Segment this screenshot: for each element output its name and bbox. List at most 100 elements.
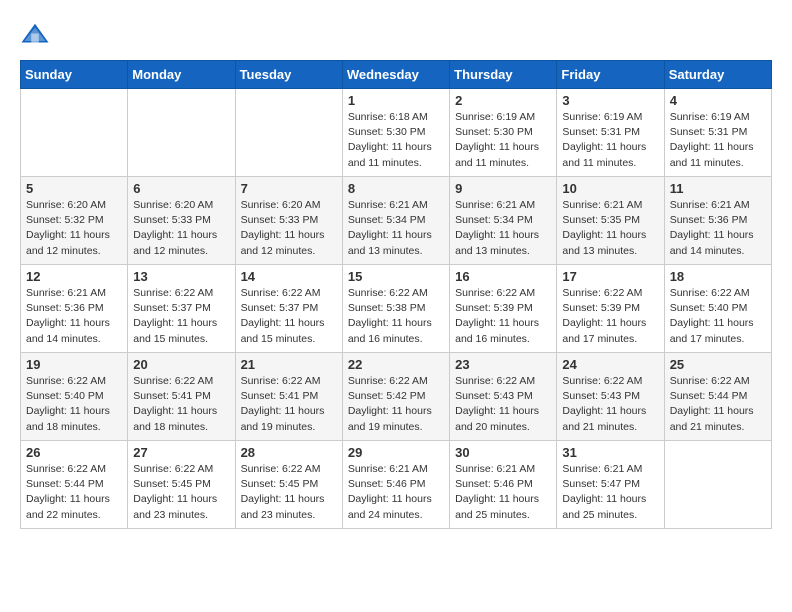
day-header-wednesday: Wednesday xyxy=(342,61,449,89)
day-number: 29 xyxy=(348,445,444,460)
day-info: Sunrise: 6:22 AM Sunset: 5:45 PM Dayligh… xyxy=(133,462,229,523)
day-info: Sunrise: 6:22 AM Sunset: 5:43 PM Dayligh… xyxy=(562,374,658,435)
week-row-0: 1Sunrise: 6:18 AM Sunset: 5:30 PM Daylig… xyxy=(21,89,772,177)
day-number: 31 xyxy=(562,445,658,460)
day-number: 2 xyxy=(455,93,551,108)
calendar-cell: 12Sunrise: 6:21 AM Sunset: 5:36 PM Dayli… xyxy=(21,265,128,353)
day-number: 23 xyxy=(455,357,551,372)
day-info: Sunrise: 6:22 AM Sunset: 5:40 PM Dayligh… xyxy=(26,374,122,435)
day-number: 26 xyxy=(26,445,122,460)
week-row-3: 19 Sunrise: 6:22 AM Sunset: 5:40 PM Dayli… xyxy=(21,353,772,441)
day-number: 24 xyxy=(562,357,658,372)
calendar-cell: 11 Sunrise: 6:21 AM Sunset: 5:36 PM Dayli… xyxy=(664,177,771,265)
day-info: Sunrise: 6:20 AM Sunset: 5:32 PM Dayligh… xyxy=(26,198,122,259)
day-info: Sunrise: 6:20 AM Sunset: 5:33 PM Dayligh… xyxy=(241,198,337,259)
day-number: 18 xyxy=(670,269,766,284)
day-header-sunday: Sunday xyxy=(21,61,128,89)
header xyxy=(20,20,772,50)
calendar-cell: 21Sunrise: 6:22 AM Sunset: 5:41 PM Dayli… xyxy=(235,353,342,441)
calendar-cell: 1Sunrise: 6:18 AM Sunset: 5:30 PM Daylig… xyxy=(342,89,449,177)
week-row-4: 26 Sunrise: 6:22 AM Sunset: 5:44 PM Dayli… xyxy=(21,441,772,529)
day-header-tuesday: Tuesday xyxy=(235,61,342,89)
calendar-cell: 28 Sunrise: 6:22 AM Sunset: 5:45 PM Dayli… xyxy=(235,441,342,529)
day-number: 6 xyxy=(133,181,229,196)
calendar-cell: 19 Sunrise: 6:22 AM Sunset: 5:40 PM Dayli… xyxy=(21,353,128,441)
day-number: 7 xyxy=(241,181,337,196)
calendar-cell xyxy=(128,89,235,177)
calendar-cell: 10 Sunrise: 6:21 AM Sunset: 5:35 PM Dayli… xyxy=(557,177,664,265)
calendar-cell: 22 Sunrise: 6:22 AM Sunset: 5:42 PM Dayli… xyxy=(342,353,449,441)
calendar-cell: 26 Sunrise: 6:22 AM Sunset: 5:44 PM Dayli… xyxy=(21,441,128,529)
day-info: Sunrise: 6:19 AM Sunset: 5:30 PM Dayligh… xyxy=(455,110,551,171)
day-info: Sunrise: 6:21 AM Sunset: 5:46 PM Dayligh… xyxy=(348,462,444,523)
day-number: 8 xyxy=(348,181,444,196)
day-info: Sunrise: 6:22 AM Sunset: 5:37 PM Dayligh… xyxy=(241,286,337,347)
calendar-cell: 2 Sunrise: 6:19 AM Sunset: 5:30 PM Daylig… xyxy=(450,89,557,177)
calendar-cell: 27 Sunrise: 6:22 AM Sunset: 5:45 PM Dayli… xyxy=(128,441,235,529)
page: SundayMondayTuesdayWednesdayThursdayFrid… xyxy=(0,0,792,544)
calendar-cell: 15Sunrise: 6:22 AM Sunset: 5:38 PM Dayli… xyxy=(342,265,449,353)
calendar-cell: 23 Sunrise: 6:22 AM Sunset: 5:43 PM Dayli… xyxy=(450,353,557,441)
logo xyxy=(20,20,54,50)
day-info: Sunrise: 6:21 AM Sunset: 5:46 PM Dayligh… xyxy=(455,462,551,523)
day-info: Sunrise: 6:22 AM Sunset: 5:43 PM Dayligh… xyxy=(455,374,551,435)
day-info: Sunrise: 6:21 AM Sunset: 5:47 PM Dayligh… xyxy=(562,462,658,523)
day-number: 3 xyxy=(562,93,658,108)
day-number: 10 xyxy=(562,181,658,196)
day-number: 14 xyxy=(241,269,337,284)
day-number: 15 xyxy=(348,269,444,284)
calendar-cell xyxy=(664,441,771,529)
calendar-cell: 5 Sunrise: 6:20 AM Sunset: 5:32 PM Daylig… xyxy=(21,177,128,265)
day-info: Sunrise: 6:22 AM Sunset: 5:40 PM Dayligh… xyxy=(670,286,766,347)
calendar-cell xyxy=(21,89,128,177)
day-info: Sunrise: 6:20 AM Sunset: 5:33 PM Dayligh… xyxy=(133,198,229,259)
calendar-cell: 17 Sunrise: 6:22 AM Sunset: 5:39 PM Dayli… xyxy=(557,265,664,353)
day-info: Sunrise: 6:19 AM Sunset: 5:31 PM Dayligh… xyxy=(670,110,766,171)
day-number: 1 xyxy=(348,93,444,108)
calendar-cell: 7 Sunrise: 6:20 AM Sunset: 5:33 PM Daylig… xyxy=(235,177,342,265)
day-info: Sunrise: 6:22 AM Sunset: 5:37 PM Dayligh… xyxy=(133,286,229,347)
calendar-cell: 9 Sunrise: 6:21 AM Sunset: 5:34 PM Daylig… xyxy=(450,177,557,265)
calendar-cell: 16 Sunrise: 6:22 AM Sunset: 5:39 PM Dayli… xyxy=(450,265,557,353)
day-number: 28 xyxy=(241,445,337,460)
calendar-cell xyxy=(235,89,342,177)
day-number: 13 xyxy=(133,269,229,284)
calendar-cell: 8Sunrise: 6:21 AM Sunset: 5:34 PM Daylig… xyxy=(342,177,449,265)
calendar-cell: 30Sunrise: 6:21 AM Sunset: 5:46 PM Dayli… xyxy=(450,441,557,529)
calendar-cell: 20Sunrise: 6:22 AM Sunset: 5:41 PM Dayli… xyxy=(128,353,235,441)
calendar-cell: 4 Sunrise: 6:19 AM Sunset: 5:31 PM Daylig… xyxy=(664,89,771,177)
day-number: 9 xyxy=(455,181,551,196)
day-info: Sunrise: 6:22 AM Sunset: 5:39 PM Dayligh… xyxy=(562,286,658,347)
calendar: SundayMondayTuesdayWednesdayThursdayFrid… xyxy=(20,60,772,529)
day-info: Sunrise: 6:21 AM Sunset: 5:36 PM Dayligh… xyxy=(670,198,766,259)
day-info: Sunrise: 6:19 AM Sunset: 5:31 PM Dayligh… xyxy=(562,110,658,171)
day-number: 20 xyxy=(133,357,229,372)
day-info: Sunrise: 6:22 AM Sunset: 5:45 PM Dayligh… xyxy=(241,462,337,523)
day-number: 21 xyxy=(241,357,337,372)
calendar-cell: 18 Sunrise: 6:22 AM Sunset: 5:40 PM Dayli… xyxy=(664,265,771,353)
day-number: 16 xyxy=(455,269,551,284)
day-number: 4 xyxy=(670,93,766,108)
day-info: Sunrise: 6:22 AM Sunset: 5:42 PM Dayligh… xyxy=(348,374,444,435)
calendar-cell: 31 Sunrise: 6:21 AM Sunset: 5:47 PM Dayli… xyxy=(557,441,664,529)
calendar-cell: 3 Sunrise: 6:19 AM Sunset: 5:31 PM Daylig… xyxy=(557,89,664,177)
day-number: 11 xyxy=(670,181,766,196)
day-number: 25 xyxy=(670,357,766,372)
day-number: 19 xyxy=(26,357,122,372)
calendar-cell: 29 Sunrise: 6:21 AM Sunset: 5:46 PM Dayli… xyxy=(342,441,449,529)
day-number: 17 xyxy=(562,269,658,284)
day-info: Sunrise: 6:22 AM Sunset: 5:39 PM Dayligh… xyxy=(455,286,551,347)
day-info: Sunrise: 6:22 AM Sunset: 5:44 PM Dayligh… xyxy=(26,462,122,523)
day-header-thursday: Thursday xyxy=(450,61,557,89)
day-info: Sunrise: 6:21 AM Sunset: 5:35 PM Dayligh… xyxy=(562,198,658,259)
day-header-saturday: Saturday xyxy=(664,61,771,89)
day-header-monday: Monday xyxy=(128,61,235,89)
day-number: 5 xyxy=(26,181,122,196)
day-info: Sunrise: 6:21 AM Sunset: 5:34 PM Dayligh… xyxy=(455,198,551,259)
day-info: Sunrise: 6:22 AM Sunset: 5:44 PM Dayligh… xyxy=(670,374,766,435)
day-number: 27 xyxy=(133,445,229,460)
day-number: 22 xyxy=(348,357,444,372)
calendar-cell: 13 Sunrise: 6:22 AM Sunset: 5:37 PM Dayli… xyxy=(128,265,235,353)
calendar-cell: 14 Sunrise: 6:22 AM Sunset: 5:37 PM Dayli… xyxy=(235,265,342,353)
calendar-cell: 6 Sunrise: 6:20 AM Sunset: 5:33 PM Daylig… xyxy=(128,177,235,265)
